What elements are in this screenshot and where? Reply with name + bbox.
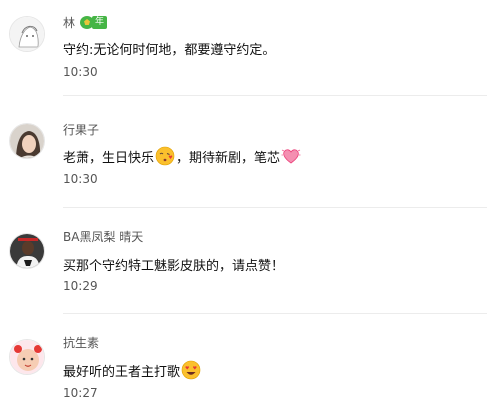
comment-text: 守约:无论何时何地，都要遵守约定。: [63, 43, 276, 58]
comment-text: 老萧，生日快乐 ，期待新剧，笔芯: [63, 146, 302, 166]
comment-text-part: 最好听的王者主打歌: [63, 364, 181, 380]
kissing-face-emoji-icon: [155, 146, 175, 166]
badge-label: 年: [92, 16, 108, 29]
comment-author[interactable]: BA黑凤梨 晴天: [63, 228, 143, 245]
comment-author[interactable]: 抗生素: [63, 334, 99, 351]
comment-time: 10:30: [63, 172, 98, 186]
basketball-player-avatar-icon[interactable]: [9, 233, 45, 269]
author-name[interactable]: 抗生素: [63, 334, 99, 351]
divider: [63, 313, 487, 314]
heart-emoji-icon: [281, 146, 301, 166]
author-name[interactable]: 行果子: [63, 121, 99, 138]
heart-eyes-emoji-icon: [181, 360, 201, 380]
girl-photo-avatar-icon[interactable]: [9, 123, 45, 159]
sketch-avatar-icon[interactable]: [9, 16, 45, 52]
comment-text-part: 老萧，生日快乐: [63, 150, 155, 166]
author-name[interactable]: 林: [63, 14, 75, 31]
vip-year-badge-icon: 年: [80, 16, 108, 29]
level-icon: [80, 16, 95, 29]
comment-time: 10:29: [63, 279, 98, 293]
comment-text: 买那个守约特工魅影皮肤的，请点赞！: [63, 259, 285, 274]
comment-author[interactable]: 行果子: [63, 121, 99, 138]
author-name[interactable]: BA黑凤梨 晴天: [63, 228, 143, 245]
comment-text: 最好听的王者主打歌: [63, 360, 202, 380]
comment-text-part: ，期待新剧，笔芯: [176, 150, 281, 166]
comment-time: 10:27: [63, 386, 98, 400]
divider: [63, 95, 487, 96]
baby-photo-avatar-icon[interactable]: [9, 339, 45, 375]
divider: [63, 207, 487, 208]
comment-time: 10:30: [63, 65, 98, 79]
comment-author[interactable]: 林 年: [63, 14, 108, 31]
